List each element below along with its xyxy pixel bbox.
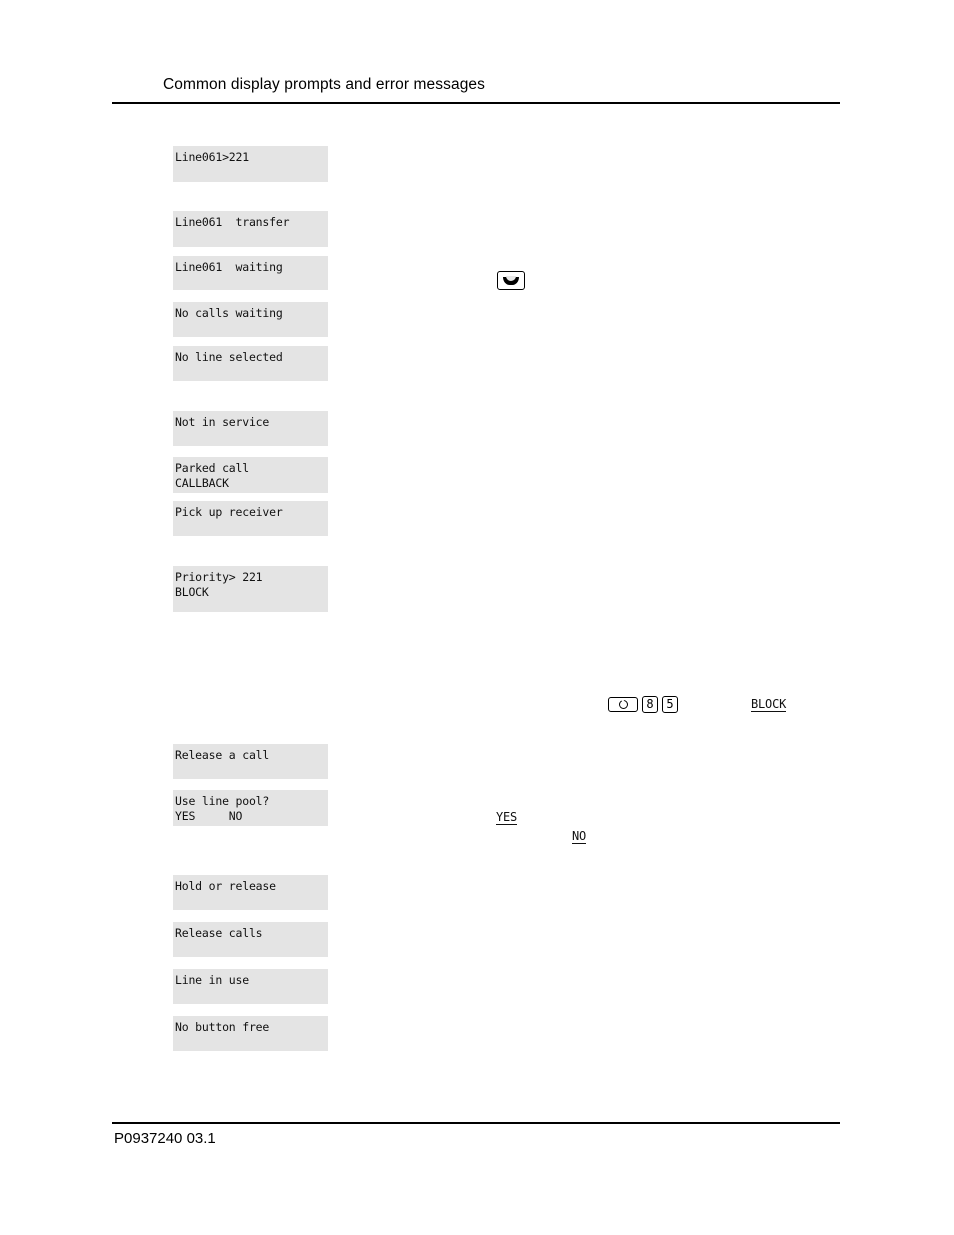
display-prompt-no-calls-waiting: No calls waiting — [173, 302, 328, 337]
display-prompt-line: Line061 transfer — [175, 215, 290, 229]
handset-glyph — [503, 275, 519, 285]
display-prompt-line061-dialing: Line061>221 — [173, 146, 328, 182]
display-prompt-use-line-pool: Use line pool? YES NO — [173, 790, 328, 826]
display-prompt-line: Release calls — [175, 926, 263, 940]
display-prompt-line: Use line pool? — [175, 794, 270, 808]
display-prompt-priority-221: Priority> 221 BLOCK — [173, 566, 328, 612]
display-prompt-line: Priority> 221 — [175, 570, 263, 584]
display-prompt-line: No calls waiting — [175, 306, 283, 320]
display-prompt-line: Parked call — [175, 461, 249, 475]
header-divider — [112, 102, 840, 104]
digit-key-5[interactable]: 5 — [662, 696, 678, 713]
display-prompt-line-in-use: Line in use — [173, 969, 328, 1004]
softkey-block[interactable]: BLOCK — [751, 698, 786, 712]
display-prompt-line061-transfer: Line061 transfer — [173, 211, 328, 247]
display-prompt-no-line-selected: No line selected — [173, 346, 328, 381]
display-prompt-line: Release a call — [175, 748, 270, 762]
display-prompt-line: Line061>221 — [175, 150, 249, 164]
feature-glyph — [618, 700, 628, 709]
display-prompt-line: CALLBACK — [175, 476, 229, 490]
display-prompt-release-a-call: Release a call — [173, 744, 328, 779]
display-prompt-parked-call: Parked call CALLBACK — [173, 457, 328, 493]
display-prompt-line: No line selected — [175, 350, 283, 364]
handset-icon[interactable] — [497, 271, 525, 290]
display-prompt-pick-up-receiver: Pick up receiver — [173, 501, 328, 536]
page-header-title: Common display prompts and error message… — [163, 76, 485, 93]
display-prompt-line: YES NO — [175, 809, 243, 823]
display-prompt-line: BLOCK — [175, 585, 209, 599]
feature-key-icon[interactable] — [608, 697, 638, 712]
softkey-no[interactable]: NO — [572, 830, 586, 844]
display-prompt-line: No button free — [175, 1020, 270, 1034]
display-prompt-not-in-service: Not in service — [173, 411, 328, 446]
footer-divider — [112, 1122, 840, 1124]
release-key-reference[interactable] — [497, 271, 525, 290]
display-prompt-line: Hold or release — [175, 879, 276, 893]
display-prompt-release-calls: Release calls — [173, 922, 328, 957]
softkey-yes[interactable]: YES — [496, 811, 517, 825]
display-prompt-hold-or-release: Hold or release — [173, 875, 328, 910]
display-prompt-line: Line in use — [175, 973, 249, 987]
display-prompt-line: Line061 waiting — [175, 260, 283, 274]
feature-key-sequence[interactable]: 8 5 — [608, 696, 678, 713]
display-prompt-line: Not in service — [175, 415, 270, 429]
digit-key-8[interactable]: 8 — [642, 696, 658, 713]
display-prompt-no-button-free: No button free — [173, 1016, 328, 1051]
footer-document-code: P0937240 03.1 — [114, 1130, 216, 1147]
display-prompt-line061-waiting: Line061 waiting — [173, 256, 328, 290]
display-prompt-line: Pick up receiver — [175, 505, 283, 519]
document-page: Common display prompts and error message… — [0, 0, 954, 1235]
